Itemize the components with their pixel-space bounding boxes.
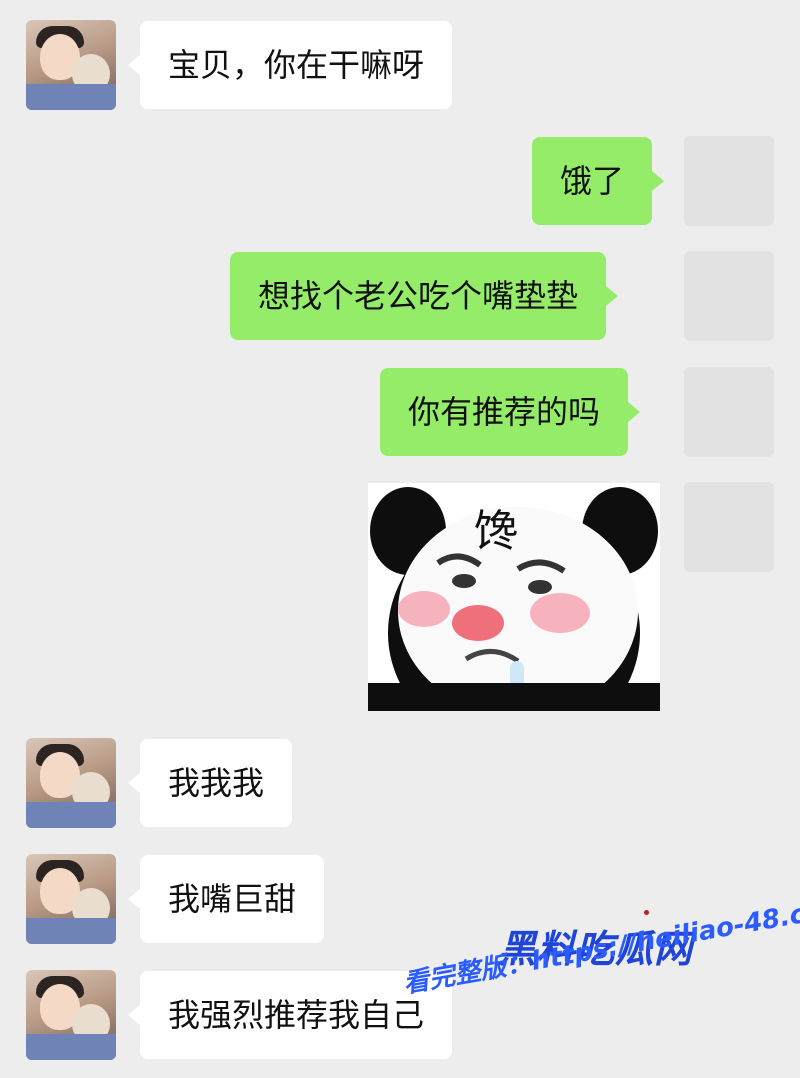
contact-avatar[interactable] <box>26 20 116 110</box>
user-avatar[interactable] <box>684 482 774 572</box>
message-bubble-outgoing[interactable]: 饿了 <box>532 137 665 225</box>
message-bubble-outgoing[interactable]: 你有推荐的吗 <box>380 368 641 456</box>
avatar-shirt <box>26 1034 116 1060</box>
user-avatar[interactable] <box>684 136 774 226</box>
sticker-caption: 馋 <box>474 506 518 557</box>
message-bubble-outgoing[interactable]: 想找个老公吃个嘴垫垫 <box>230 252 619 340</box>
contact-avatar[interactable] <box>26 738 116 828</box>
avatar-shirt <box>26 84 116 110</box>
avatar-shirt <box>26 918 116 944</box>
red-dot-mark <box>644 910 649 915</box>
watermark-url: 看完整版：https://heiliao-48.com <box>401 891 800 1000</box>
user-avatar[interactable] <box>684 251 774 341</box>
message-bubble-incoming[interactable]: 宝贝，你在干嘛呀 <box>127 21 453 109</box>
contact-avatar[interactable] <box>26 854 116 944</box>
message-bubble-incoming[interactable]: 我我我 <box>127 739 293 827</box>
message-bubble-incoming[interactable]: 我嘴巨甜 <box>127 855 325 943</box>
panda-sticker[interactable]: 馋 <box>368 483 660 711</box>
user-avatar[interactable] <box>684 367 774 457</box>
contact-avatar[interactable] <box>26 970 116 1060</box>
avatar-shirt <box>26 802 116 828</box>
